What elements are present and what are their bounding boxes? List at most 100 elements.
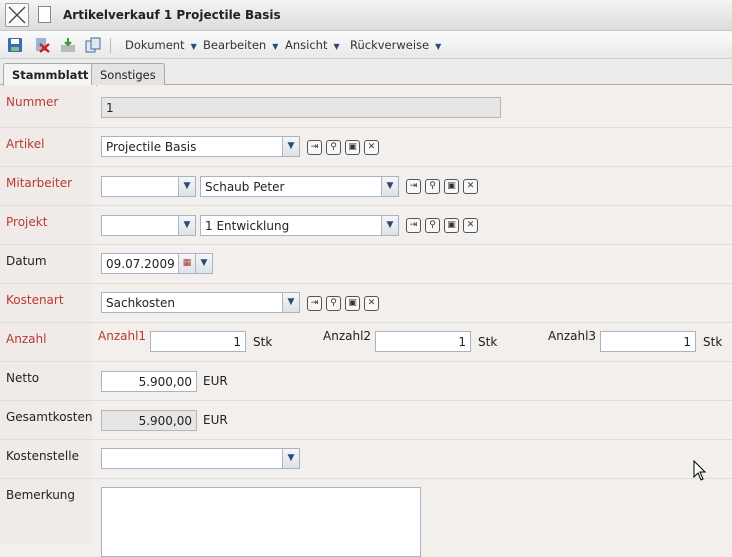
dropdown-arrow-icon: ▼	[333, 42, 340, 51]
open-icon[interactable]: ⇥	[406, 179, 421, 194]
artikel-select[interactable]: Projectile Basis ▼	[101, 136, 300, 157]
dropdown-arrow-icon: ▼	[190, 42, 197, 51]
mitarbeiter-select[interactable]: Schaub Peter ▼	[200, 176, 399, 197]
chevron-down-icon[interactable]: ▼	[381, 177, 398, 196]
clear-icon[interactable]: ✕	[364, 140, 379, 155]
menu-label: Ansicht	[285, 38, 328, 52]
open-icon[interactable]: ⇥	[307, 140, 322, 155]
projekt-label: Projekt	[6, 215, 48, 229]
row-gesamtkosten: Gesamtkosten 5.900,00 EUR	[0, 401, 732, 440]
calendar-icon[interactable]: ▦	[178, 254, 195, 273]
paste-icon[interactable]: ▣	[444, 179, 459, 194]
gesamtkosten-field: 5.900,00	[101, 410, 197, 431]
projekt-code-select[interactable]: ▼	[101, 215, 196, 236]
projekt-value: 1 Entwicklung	[205, 219, 290, 233]
row-kostenart: Kostenart Sachkosten ▼ ⇥ ⚲ ▣ ✕	[0, 284, 732, 323]
menu-bearbeiten[interactable]: Bearbeiten ▼	[203, 38, 278, 52]
anzahl1-label: Anzahl1	[98, 329, 147, 343]
nummer-field: 1	[101, 97, 501, 118]
projekt-select[interactable]: 1 Entwicklung ▼	[200, 215, 399, 236]
menu-rueckverweise[interactable]: Rückverweise ▼	[350, 38, 441, 52]
dropdown-arrow-icon: ▼	[435, 42, 442, 51]
search-icon[interactable]: ⚲	[425, 218, 440, 233]
datum-value: 09.07.2009	[106, 257, 175, 271]
search-icon[interactable]: ⚲	[425, 179, 440, 194]
chevron-down-icon[interactable]: ▼	[381, 216, 398, 235]
nummer-label: Nummer	[6, 95, 59, 109]
search-icon[interactable]: ⚲	[326, 140, 341, 155]
row-projekt: Projekt ▼ 1 Entwicklung ▼ ⇥ ⚲ ▣ ✕	[0, 206, 732, 245]
dropdown-arrow-icon: ▼	[272, 42, 279, 51]
delete-icon[interactable]	[34, 37, 50, 53]
mitarbeiter-value: Schaub Peter	[205, 180, 285, 194]
paste-icon[interactable]: ▣	[345, 296, 360, 311]
datum-label: Datum	[6, 254, 47, 268]
document-icon	[38, 6, 51, 23]
kostenstelle-label: Kostenstelle	[6, 449, 79, 463]
netto-field[interactable]: 5.900,00	[101, 371, 197, 392]
kostenart-value: Sachkosten	[106, 296, 175, 310]
kostenstelle-select[interactable]: ▼	[101, 448, 300, 469]
menu-label: Rückverweise	[350, 38, 430, 52]
bemerkung-label: Bemerkung	[6, 488, 76, 502]
tab-bar: Stammblatt Sonstiges	[0, 59, 732, 86]
open-icon[interactable]: ⇥	[307, 296, 322, 311]
paste-icon[interactable]: ▣	[345, 140, 360, 155]
clear-icon[interactable]: ✕	[364, 296, 379, 311]
toolbar: Dokument ▼ Bearbeiten ▼ Ansicht ▼ Rückverwe…	[0, 31, 732, 59]
row-datum: Datum 09.07.2009 ▦ ▼	[0, 245, 732, 284]
chevron-down-icon[interactable]: ▼	[178, 216, 195, 235]
anzahl3-field[interactable]: 1	[600, 331, 696, 352]
chevron-down-icon[interactable]: ▼	[282, 137, 299, 156]
toolbar-separator	[110, 38, 111, 53]
title-bar: Artikelverkauf 1 Projectile Basis	[0, 0, 732, 31]
row-artikel: Artikel Projectile Basis ▼ ⇥ ⚲ ▣ ✕	[0, 128, 732, 167]
mitarbeiter-label: Mitarbeiter	[6, 176, 73, 190]
clear-icon[interactable]: ✕	[463, 179, 478, 194]
anzahl2-field[interactable]: 1	[375, 331, 471, 352]
row-kostenstelle: Kostenstelle ▼	[0, 440, 732, 479]
artikel-value: Projectile Basis	[106, 140, 197, 154]
close-button[interactable]	[5, 3, 29, 27]
gesamtkosten-unit: EUR	[203, 413, 228, 427]
chevron-down-icon[interactable]: ▼	[196, 254, 212, 273]
tab-sonstiges[interactable]: Sonstiges	[91, 63, 165, 85]
bemerkung-textarea[interactable]	[101, 487, 421, 557]
tab-stammblatt[interactable]: Stammblatt	[3, 63, 98, 86]
chevron-down-icon[interactable]: ▼	[178, 177, 195, 196]
paste-icon[interactable]: ▣	[444, 218, 459, 233]
kostenart-label: Kostenart	[6, 293, 64, 307]
anzahl1-unit: Stk	[253, 335, 273, 349]
row-mitarbeiter: Mitarbeiter ▼ Schaub Peter ▼ ⇥ ⚲ ▣ ✕	[0, 167, 732, 206]
menu-ansicht[interactable]: Ansicht ▼	[285, 38, 340, 52]
anzahl3-label: Anzahl3	[548, 329, 597, 343]
anzahl1-field[interactable]: 1	[150, 331, 246, 352]
chevron-down-icon[interactable]: ▼	[282, 449, 299, 468]
close-icon	[8, 6, 26, 24]
row-netto: Netto 5.900,00 EUR	[0, 362, 732, 401]
print-icon[interactable]	[60, 37, 76, 53]
anzahl3-unit: Stk	[703, 335, 723, 349]
gesamtkosten-label: Gesamtkosten	[6, 410, 93, 424]
menu-dokument[interactable]: Dokument ▼	[125, 38, 197, 52]
datum-field[interactable]: 09.07.2009 ▦	[101, 253, 196, 274]
anzahl-label: Anzahl	[6, 332, 47, 346]
save-icon[interactable]	[7, 37, 23, 53]
anzahl2-unit: Stk	[478, 335, 498, 349]
mitarbeiter-code-select[interactable]: ▼	[101, 176, 196, 197]
row-anzahl: Anzahl Anzahl1 1 Stk Anzahl2 1 Stk Anzah…	[0, 323, 732, 362]
row-bemerkung: Bemerkung	[0, 479, 732, 557]
clear-icon[interactable]: ✕	[463, 218, 478, 233]
menu-label: Dokument	[125, 38, 185, 52]
datum-dropdown[interactable]: ▼	[195, 253, 213, 274]
kostenart-select[interactable]: Sachkosten ▼	[101, 292, 300, 313]
menu-label: Bearbeiten	[203, 38, 267, 52]
open-icon[interactable]: ⇥	[406, 218, 421, 233]
netto-unit: EUR	[203, 374, 228, 388]
artikel-label: Artikel	[6, 137, 45, 151]
copy-icon[interactable]	[85, 37, 101, 53]
search-icon[interactable]: ⚲	[326, 296, 341, 311]
chevron-down-icon[interactable]: ▼	[282, 293, 299, 312]
window-title: Artikelverkauf 1 Projectile Basis	[63, 8, 281, 22]
netto-label: Netto	[6, 371, 40, 385]
